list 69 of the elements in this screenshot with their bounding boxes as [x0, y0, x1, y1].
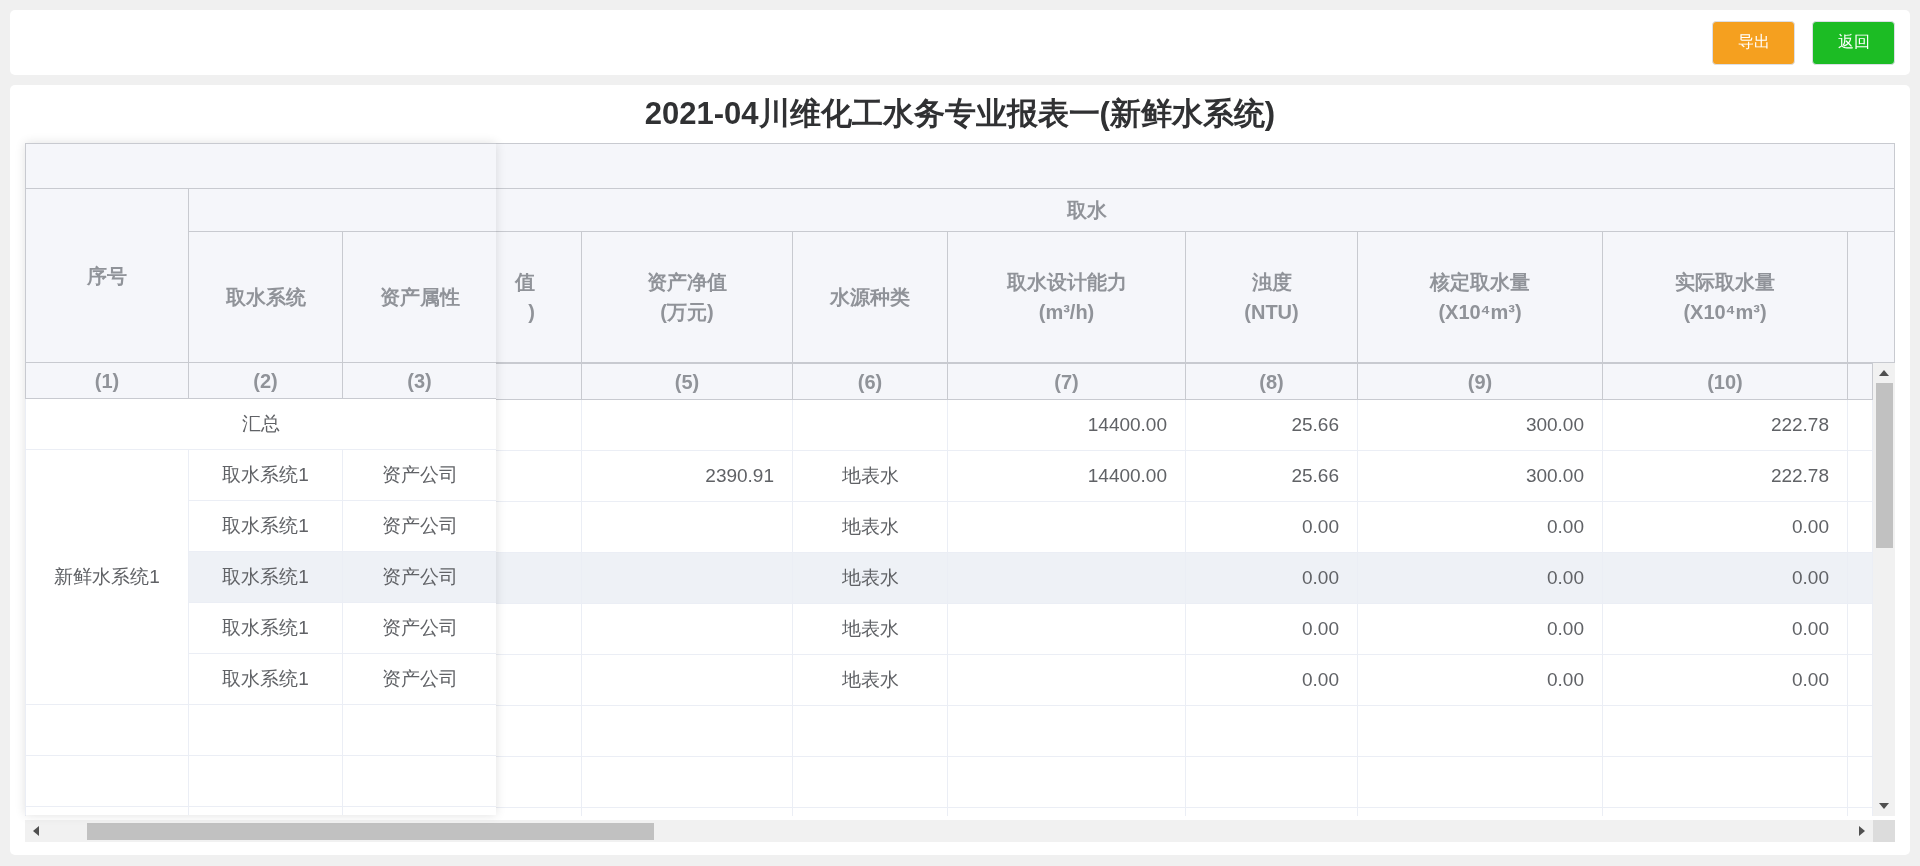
export-button[interactable]: 导出: [1712, 20, 1795, 65]
table-cell: 取水系统1: [188, 551, 343, 603]
table-cell: 资产公司: [342, 602, 496, 654]
table-cell: 0.00: [1602, 552, 1848, 604]
table-cell: 300.00: [1357, 450, 1603, 502]
column-index: (6): [792, 363, 948, 400]
scroll-left-icon[interactable]: [33, 826, 39, 836]
table-cell: 0.00: [1357, 552, 1603, 604]
table-cell: 2390.91: [581, 450, 793, 502]
group-name-cell: 新鲜水系统1: [25, 449, 189, 705]
scroll-right-icon[interactable]: [1859, 826, 1865, 836]
table-cell: 0.00: [1185, 654, 1358, 706]
table-cell: 资产公司: [342, 653, 496, 705]
table-cell: 222.78: [1602, 450, 1848, 502]
table-cell: 取水系统1: [188, 602, 343, 654]
table-cell: 0.00: [1602, 603, 1848, 655]
table-cell: 取水系统1: [188, 449, 343, 501]
column-index: (8): [1185, 363, 1358, 400]
table-cell: 资产公司: [342, 500, 496, 552]
table-cell: 0.00: [1357, 501, 1603, 553]
column-index: (7): [947, 363, 1186, 400]
column-header: 浊度 (NTU): [1185, 231, 1358, 363]
table-cell: 14400.00: [947, 399, 1186, 451]
table-cell: 地表水: [792, 450, 948, 502]
column-header: 资产净值 (万元): [581, 231, 793, 363]
table-cell: 地表水: [792, 603, 948, 655]
table-cell: 地表水: [792, 501, 948, 553]
table-cell: 取水系统1: [188, 653, 343, 705]
table-cell: 14400.00: [947, 450, 1186, 502]
column-header: 取水系统: [188, 231, 343, 363]
table-cell: 地表水: [792, 552, 948, 604]
table-cell: 0.00: [1185, 552, 1358, 604]
report-title: 2021-04川维化工水务专业报表一(新鲜水系统): [644, 95, 1276, 133]
back-button[interactable]: 返回: [1812, 20, 1895, 65]
column-header: 取水设计能力 (m³/h): [947, 231, 1186, 363]
column-index: (10): [1602, 363, 1848, 400]
table-cell: 0.00: [1357, 603, 1603, 655]
table-cell: 资产公司: [342, 551, 496, 603]
table-cell: 0.00: [1602, 654, 1848, 706]
header-cell: [1847, 363, 1873, 400]
table-cell: 地表水: [792, 654, 948, 706]
table-cell: 25.66: [1185, 399, 1358, 451]
column-index: (1): [25, 362, 189, 399]
summary-label: 汇总: [25, 398, 496, 450]
table-cell: 0.00: [1185, 603, 1358, 655]
column-index: (3): [342, 362, 496, 399]
column-header: 资产属性: [342, 231, 496, 363]
table-cell: 取水系统1: [188, 500, 343, 552]
column-index: (9): [1357, 363, 1603, 400]
table-cell: 资产公司: [342, 449, 496, 501]
column-header: 序号: [25, 188, 189, 363]
scroll-up-icon[interactable]: [1879, 370, 1889, 376]
scrollbar-thumb[interactable]: [1875, 383, 1893, 548]
column-header: 实际取水量 (X10⁴m³): [1602, 231, 1848, 363]
column-header: 核定取水量 (X10⁴m³): [1357, 231, 1603, 363]
table-cell: 0.00: [1185, 501, 1358, 553]
column-index: (2): [188, 362, 343, 399]
horizontal-scrollbar[interactable]: [25, 820, 1895, 842]
scroll-down-icon[interactable]: [1879, 803, 1889, 809]
scrollbar-corner: [1873, 820, 1895, 842]
table-cell: 0.00: [1602, 501, 1848, 553]
vertical-scrollbar[interactable]: [1873, 363, 1895, 816]
column-index: (5): [581, 363, 793, 400]
scrollbar-thumb[interactable]: [87, 822, 654, 840]
table-cell: 25.66: [1185, 450, 1358, 502]
table-cell: 222.78: [1602, 399, 1848, 451]
column-header: 水源种类: [792, 231, 948, 363]
table-cell: 300.00: [1357, 399, 1603, 451]
table-cell: 0.00: [1357, 654, 1603, 706]
